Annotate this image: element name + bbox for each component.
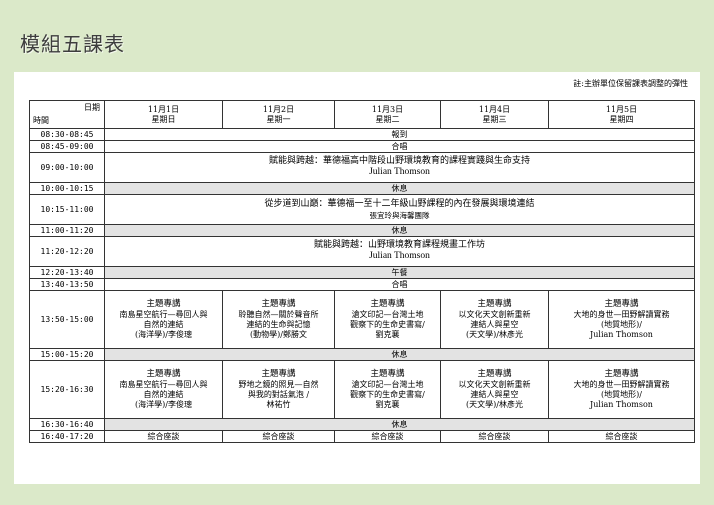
time-cell: 13:50-15:00 [29, 290, 105, 349]
time-cell: 11:00-11:20 [29, 224, 105, 237]
choir-cell: 合唱 [104, 278, 695, 291]
time-cell: 15:00-15:20 [29, 348, 105, 361]
break-cell: 休息 [104, 418, 695, 431]
page-title: 模組五課表 [20, 32, 125, 56]
lecture-speaker: Julian Thomson [369, 167, 430, 178]
discussion-cell: 綜合座談 [548, 430, 695, 443]
time-cell: 16:30-16:40 [29, 418, 105, 431]
workshop-cell: 賦能與跨越：山野環境教育課程規畫工作坊 Julian Thomson [104, 236, 695, 267]
day-header-2: 11月2日 星期一 [222, 100, 335, 129]
table-row: 11:20-12:20 賦能與跨越：山野環境教育課程規畫工作坊 Julian T… [29, 236, 695, 267]
discussion-cell: 綜合座談 [104, 430, 223, 443]
adjustment-note: 註:主辦單位保留課表調整的彈性 [573, 79, 688, 88]
topic-cell: 主題專講 聆聽自然—關於聲音所 連結的生命與記憶 (動物學)/鄭勝文 [222, 290, 335, 349]
registration-cell: 報到 [104, 128, 695, 141]
topic-cell: 主題專講 滄文印記—台灣土地 觀察下的生命史書寫/劉克襄 [334, 360, 441, 419]
time-cell: 13:40-13:50 [29, 278, 105, 291]
table-row: 16:40-17:20 綜合座談 綜合座談 綜合座談 綜合座談 綜合座談 [29, 430, 695, 443]
time-cell: 08:30-08:45 [29, 128, 105, 141]
table-row: 15:20-16:30 主題專講 南島星空航行—尋回人與 自然的連結 (海洋學)/李俊… [29, 360, 695, 419]
lecture-title: 從步道到山巔：華德福一至十二年級山野課程的內在發展與環境連結 [264, 198, 535, 209]
break-cell: 休息 [104, 224, 695, 237]
discussion-cell: 綜合座談 [222, 430, 335, 443]
time-cell: 10:00-10:15 [29, 182, 105, 195]
lecture-title: 賦能與跨越：華德福高中階段山野環境教育的課程實踐與生命支持 [268, 155, 530, 166]
break-cell: 休息 [104, 182, 695, 195]
workshop-title: 賦能與跨越：山野環境教育課程規畫工作坊 [313, 239, 485, 250]
time-axis-label: 時間 [33, 116, 49, 125]
corner-cell: 日期 時間 [29, 100, 105, 129]
lecture-cell: 賦能與跨越：華德福高中階段山野環境教育的課程實踐與生命支持 Julian Tho… [104, 152, 695, 183]
time-cell: 09:00-10:00 [29, 152, 105, 183]
time-cell: 15:20-16:30 [29, 360, 105, 419]
day-header-3: 11月3日 星期二 [334, 100, 441, 129]
topic-cell: 主題專講 滄文印記—台灣土地 觀察下的生命史書寫/劉克襄 [334, 290, 441, 349]
choir-cell: 合唱 [104, 140, 695, 153]
topic-cell: 主題專講 大地的身世—田野解讀實務 (地質地形)/Julian Thomson [548, 360, 695, 419]
day-header-4: 11月4日 星期三 [440, 100, 549, 129]
time-cell: 08:45-09:00 [29, 140, 105, 153]
table-row: 09:00-10:00 賦能與跨越：華德福高中階段山野環境教育的課程實踐與生命支… [29, 152, 695, 183]
table-row: 16:30-16:40 休息 [29, 418, 695, 431]
day-header-5: 11月5日 星期四 [548, 100, 695, 129]
break-cell: 休息 [104, 348, 695, 361]
topic-cell: 主題專講 大地的身世—田野解讀實務 (地質地形)/Julian Thomson [548, 290, 695, 349]
table-row: 13:40-13:50 合唱 [29, 278, 695, 291]
discussion-cell: 綜合座談 [440, 430, 549, 443]
table-row: 12:20-13:40 午餐 [29, 266, 695, 279]
time-cell: 11:20-12:20 [29, 236, 105, 267]
topic-cell: 主題專講 野地之鏡的照見—自然 與我的對話氣泡 / 林祐竹 [222, 360, 335, 419]
date-axis-label: 日期 [84, 103, 100, 112]
schedule-table: 日期 時間 11月1日 星期日 11月2日 星期一 11月3日 星期二 11月4日 星期… [29, 100, 695, 443]
time-cell: 10:15-11:00 [29, 194, 105, 225]
table-row: 10:00-10:15 休息 [29, 182, 695, 195]
time-cell: 16:40-17:20 [29, 430, 105, 443]
time-cell: 12:20-13:40 [29, 266, 105, 279]
table-row: 15:00-15:20 休息 [29, 348, 695, 361]
lunch-cell: 午餐 [104, 266, 695, 279]
workshop-speaker: Julian Thomson [369, 251, 430, 262]
discussion-cell: 綜合座談 [334, 430, 441, 443]
topic-cell: 主題專講 南島星空航行—尋回人與 自然的連結 (海洋學)/李俊璁 [104, 290, 223, 349]
table-row: 11:00-11:20 休息 [29, 224, 695, 237]
header-row: 日期 時間 11月1日 星期日 11月2日 星期一 11月3日 星期二 11月4日 星期… [29, 100, 695, 129]
table-row: 10:15-11:00 從步道到山巔：華德福一至十二年級山野課程的內在發展與環境… [29, 194, 695, 225]
lecture-cell: 從步道到山巔：華德福一至十二年級山野課程的內在發展與環境連結 張宜玲與海馨團隊 [104, 194, 695, 225]
day-header-1: 11月1日 星期日 [104, 100, 223, 129]
topic-cell: 主題專講 以文化天文創新重新 連結人與星空 (天文學)/林彥光 [440, 290, 549, 349]
lecture-speaker: 張宜玲與海馨團隊 [369, 210, 430, 220]
table-row: 08:30-08:45 報到 [29, 128, 695, 141]
table-row: 08:45-09:00 合唱 [29, 140, 695, 153]
table-row: 13:50-15:00 主題專講 南島星空航行—尋回人與 自然的連結 (海洋學)/李俊… [29, 290, 695, 349]
schedule-sheet: 註:主辦單位保留課表調整的彈性 日期 時間 11月1日 星期日 11月2日 星期一 … [14, 72, 700, 484]
topic-cell: 主題專講 以文化天文創新重新 連結人與星空 (天文學)/林彥光 [440, 360, 549, 419]
topic-cell: 主題專講 南島星空航行—尋回人與 自然的連結 (海洋學)/李俊璁 [104, 360, 223, 419]
